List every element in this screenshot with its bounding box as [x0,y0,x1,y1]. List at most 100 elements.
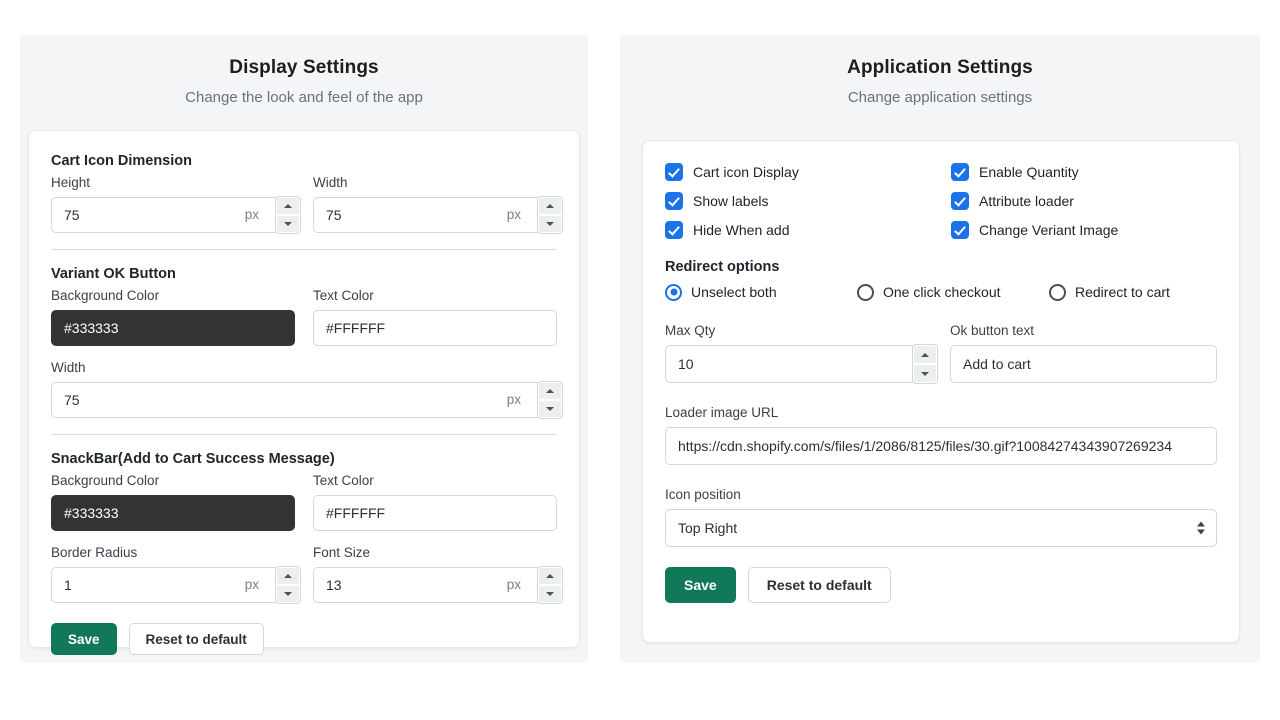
snackbar-bg-color-input[interactable] [51,495,295,531]
width-stepper-up-icon[interactable] [539,198,561,214]
max-qty-stepper-up-icon[interactable] [914,346,936,363]
radio-unselected-icon[interactable] [857,284,874,301]
max-qty-stepper[interactable] [912,344,938,384]
display-settings-panel: Display Settings Change the look and fee… [20,35,588,663]
checkbox-attribute-loader[interactable]: Attribute loader [951,192,1217,210]
variant-bg-color-label: Background Color [51,286,295,305]
snackbar-font-size-stepper[interactable] [537,566,563,604]
variant-bg-color-input[interactable] [51,310,295,346]
radio-unselected-icon[interactable] [1049,284,1066,301]
divider-1 [51,249,557,250]
height-input[interactable] [51,197,295,233]
application-settings-card: Cart icon Display Enable Quantity Show l… [642,140,1240,643]
height-stepper-down-icon[interactable] [277,216,299,232]
checkbox-label: Hide When add [693,221,790,239]
snackbar-border-radius-stepper[interactable] [275,566,301,604]
snackbar-text-color-group: Text Color [313,471,557,531]
checkbox-label: Change Veriant Image [979,221,1118,239]
radio-selected-icon[interactable] [665,284,682,301]
snackbar-border-radius-group: Border Radius px [51,543,295,603]
checkmark-icon[interactable] [951,192,969,210]
snackbar-font-size-stepper-up-icon[interactable] [539,568,561,584]
width-input[interactable] [313,197,557,233]
snackbar-font-size-stepper-down-icon[interactable] [539,586,561,602]
snackbar-radius-stepper-up-icon[interactable] [277,568,299,584]
variant-width-stepper-up-icon[interactable] [539,383,561,399]
variant-ok-button-title: Variant OK Button [51,264,557,284]
redirect-options-title: Redirect options [665,257,1217,277]
ok-button-text-label: Ok button text [950,321,1217,340]
loader-image-url-input[interactable] [665,427,1217,465]
application-settings-header: Application Settings Change application … [620,35,1260,109]
radio-redirect-to-cart[interactable]: Redirect to cart [1049,283,1170,301]
snackbar-section: SnackBar(Add to Cart Success Message) Ba… [51,449,557,603]
checkbox-hide-when-add[interactable]: Hide When add [665,221,951,239]
variant-width-stepper[interactable] [537,381,563,419]
application-settings-actions: Save Reset to default [665,567,1217,603]
max-qty-label: Max Qty [665,321,932,340]
checkbox-label: Enable Quantity [979,163,1079,181]
variant-text-color-input[interactable] [313,310,557,346]
display-save-button[interactable]: Save [51,623,117,655]
snackbar-border-radius-label: Border Radius [51,543,295,562]
checkbox-show-labels[interactable]: Show labels [665,192,951,210]
max-qty-input[interactable] [665,345,932,383]
display-settings-card: Cart Icon Dimension Height px [28,130,580,648]
variant-bg-color-group: Background Color [51,286,295,346]
snackbar-radius-stepper-down-icon[interactable] [277,586,299,602]
redirect-options-section: Redirect options Unselect both One click… [665,257,1217,301]
checkbox-label: Show labels [693,192,769,210]
radio-label: Unselect both [691,283,777,301]
variant-text-color-label: Text Color [313,286,557,305]
height-field-group: Height px [51,173,295,233]
radio-unselect-both[interactable]: Unselect both [665,283,857,301]
snackbar-text-color-input[interactable] [313,495,557,531]
snackbar-bg-color-label: Background Color [51,471,295,490]
icon-position-group: Icon position Top Right [665,485,1217,547]
snackbar-font-size-input[interactable] [313,567,557,603]
display-settings-header: Display Settings Change the look and fee… [20,35,588,109]
application-settings-subtitle: Change application settings [620,87,1260,109]
variant-width-group: Width px [51,358,557,418]
width-stepper[interactable] [537,196,563,234]
checkbox-enable-quantity[interactable]: Enable Quantity [951,163,1217,181]
checkmark-icon[interactable] [665,221,683,239]
icon-position-label: Icon position [665,485,1217,504]
max-qty-stepper-down-icon[interactable] [914,365,936,382]
redirect-options-radio-group: Unselect both One click checkout Redirec… [665,283,1217,301]
checkmark-icon[interactable] [665,192,683,210]
radio-one-click-checkout[interactable]: One click checkout [857,283,1049,301]
ok-button-text-input[interactable] [950,345,1217,383]
variant-width-stepper-down-icon[interactable] [539,401,561,417]
checkmark-icon[interactable] [665,163,683,181]
display-settings-actions: Save Reset to default [51,623,557,655]
ok-button-text-group: Ok button text [950,321,1217,383]
settings-screen: Display Settings Change the look and fee… [0,0,1280,720]
loader-image-url-group: Loader image URL [665,403,1217,465]
checkmark-icon[interactable] [951,221,969,239]
width-label: Width [313,173,557,192]
width-stepper-down-icon[interactable] [539,216,561,232]
max-qty-group: Max Qty [665,321,932,383]
height-stepper-up-icon[interactable] [277,198,299,214]
height-label: Height [51,173,295,192]
variant-text-color-group: Text Color [313,286,557,346]
display-reset-button[interactable]: Reset to default [129,623,264,655]
divider-2 [51,434,557,435]
snackbar-border-radius-input[interactable] [51,567,295,603]
variant-width-input[interactable] [51,382,557,418]
checkbox-cart-icon-display[interactable]: Cart icon Display [665,163,951,181]
variant-width-label: Width [51,358,557,377]
height-stepper[interactable] [275,196,301,234]
checkbox-change-veriant-image[interactable]: Change Veriant Image [951,221,1217,239]
radio-label: One click checkout [883,283,1001,301]
cart-icon-dimension-section: Cart Icon Dimension Height px [51,151,557,233]
snackbar-bg-color-group: Background Color [51,471,295,531]
icon-position-select[interactable]: Top Right [665,509,1217,547]
radio-label: Redirect to cart [1075,283,1170,301]
application-reset-button[interactable]: Reset to default [748,567,891,603]
display-settings-subtitle: Change the look and feel of the app [20,87,588,109]
application-save-button[interactable]: Save [665,567,736,603]
checkmark-icon[interactable] [951,163,969,181]
application-settings-panel: Application Settings Change application … [620,35,1260,663]
